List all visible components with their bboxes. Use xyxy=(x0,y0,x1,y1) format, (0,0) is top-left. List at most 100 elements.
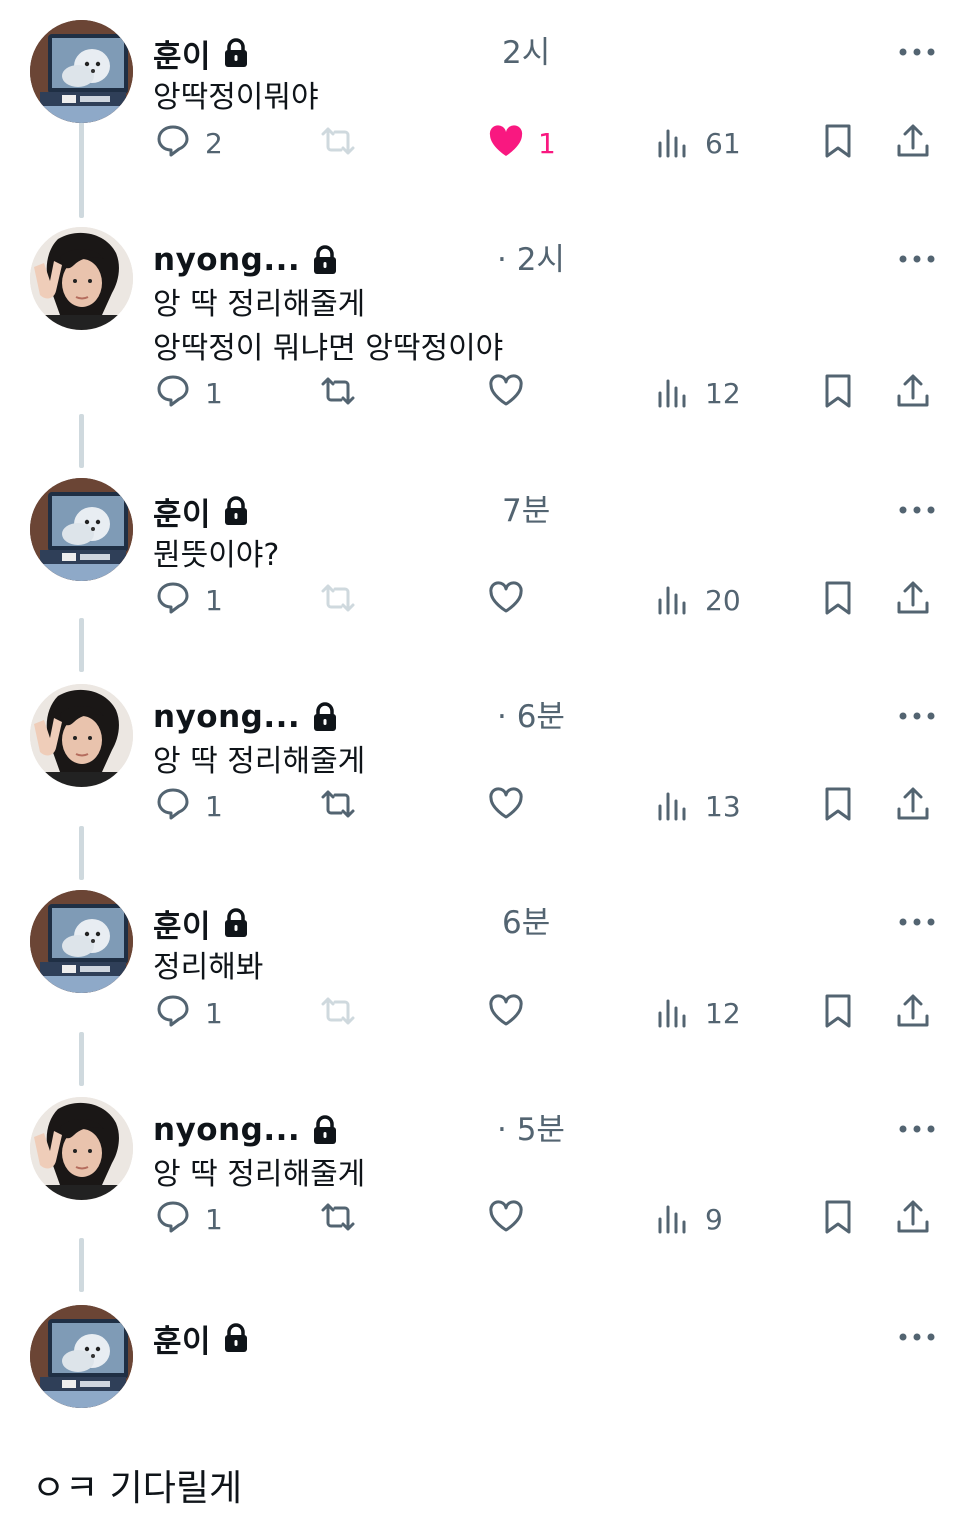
author-name[interactable]: 훈이 xyxy=(153,31,211,76)
bookmark-icon xyxy=(818,121,858,165)
avatar[interactable] xyxy=(30,1305,133,1408)
views-count: 9 xyxy=(705,1202,723,1236)
share-button[interactable] xyxy=(893,988,933,1038)
retweet-button[interactable] xyxy=(318,368,358,418)
tweet-timestamp[interactable]: · 2시 xyxy=(497,239,565,281)
reply-button[interactable]: 1 xyxy=(153,368,223,418)
tweet[interactable]: 훈이 xyxy=(0,1305,969,1415)
avatar[interactable] xyxy=(30,20,133,123)
more-icon[interactable] xyxy=(897,1319,937,1355)
tweet[interactable]: 훈이 2시 앙딱정이뭐야 xyxy=(0,20,969,130)
tweet-timestamp[interactable]: · 6분 xyxy=(497,696,565,738)
more-icon[interactable] xyxy=(897,904,937,940)
views-button[interactable]: 12 xyxy=(653,368,741,418)
like-button[interactable] xyxy=(486,988,526,1038)
reply-button[interactable]: 1 xyxy=(153,575,223,625)
tweet-actions: 1 20 xyxy=(0,575,969,625)
author-name[interactable]: 훈이 xyxy=(153,489,211,534)
avatar[interactable] xyxy=(30,478,133,581)
tweet-timestamp[interactable]: 7분 xyxy=(502,490,550,532)
tweet-actions: 1 12 xyxy=(0,368,969,418)
bookmark-icon xyxy=(818,371,858,415)
views-button[interactable]: 61 xyxy=(653,118,741,168)
reply-button[interactable]: 1 xyxy=(153,781,223,831)
views-button[interactable]: 13 xyxy=(653,781,741,831)
share-button[interactable] xyxy=(893,1194,933,1244)
reply-icon xyxy=(153,991,193,1035)
bookmark-button[interactable] xyxy=(818,368,858,418)
like-button[interactable] xyxy=(486,368,526,418)
share-button[interactable] xyxy=(893,781,933,831)
reply-count: 1 xyxy=(205,583,223,617)
author-row: 훈이 xyxy=(153,489,249,534)
tweet-text: 앙 딱 정리해줄게 xyxy=(153,1157,366,1192)
more-icon[interactable] xyxy=(897,241,937,277)
avatar[interactable] xyxy=(30,890,133,993)
more-icon[interactable] xyxy=(897,34,937,70)
lock-icon xyxy=(223,1323,249,1353)
bookmark-button[interactable] xyxy=(818,988,858,1038)
author-row: nyong... xyxy=(153,1109,338,1151)
retweet-icon xyxy=(318,578,358,622)
views-button[interactable]: 20 xyxy=(653,575,741,625)
retweet-button[interactable] xyxy=(318,575,358,625)
avatar[interactable] xyxy=(30,1097,133,1200)
retweet-button[interactable] xyxy=(318,988,358,1038)
lock-icon xyxy=(312,702,338,732)
bookmark-button[interactable] xyxy=(818,1194,858,1244)
tweet-timestamp[interactable]: 2시 xyxy=(502,32,550,74)
like-button[interactable] xyxy=(486,575,526,625)
tweet-actions: 2 1 61 xyxy=(0,118,969,168)
retweet-icon xyxy=(318,991,358,1035)
share-button[interactable] xyxy=(893,575,933,625)
author-row: 훈이 xyxy=(153,1316,249,1361)
avatar[interactable] xyxy=(30,684,133,787)
tweet[interactable]: 훈이 7분 뭔뜻이야? xyxy=(0,478,969,588)
more-icon[interactable] xyxy=(897,1111,937,1147)
reply-button[interactable]: 1 xyxy=(153,988,223,1038)
heart-icon xyxy=(486,991,526,1035)
author-name[interactable]: 훈이 xyxy=(153,1316,211,1361)
bookmark-button[interactable] xyxy=(818,575,858,625)
views-icon xyxy=(653,991,693,1035)
reply-icon xyxy=(153,578,193,622)
author-name[interactable]: nyong... xyxy=(153,1112,300,1148)
author-name[interactable]: 훈이 xyxy=(153,901,211,946)
share-button[interactable] xyxy=(893,368,933,418)
heart-icon xyxy=(486,578,526,622)
reply-button[interactable]: 1 xyxy=(153,1194,223,1244)
reply-count: 1 xyxy=(205,376,223,410)
reply-button[interactable]: 2 xyxy=(153,118,223,168)
heart-icon xyxy=(486,371,526,415)
bookmark-icon xyxy=(818,1197,858,1241)
bookmark-button[interactable] xyxy=(818,118,858,168)
retweet-button[interactable] xyxy=(318,1194,358,1244)
tweet[interactable]: nyong... · 2시 앙 딱 정리해줄게 앙딱정이 뭐냐면 앙딱정이야 xyxy=(0,227,969,366)
views-button[interactable]: 9 xyxy=(653,1194,723,1244)
like-button[interactable] xyxy=(486,781,526,831)
more-icon[interactable] xyxy=(897,698,937,734)
retweet-button[interactable] xyxy=(318,118,358,168)
share-icon xyxy=(893,1197,933,1241)
bookmark-icon xyxy=(818,991,858,1035)
author-name[interactable]: nyong... xyxy=(153,699,300,735)
retweet-button[interactable] xyxy=(318,781,358,831)
thread-connector-line xyxy=(79,414,84,468)
like-button[interactable]: 1 xyxy=(486,118,556,168)
tweet-timestamp[interactable]: · 5분 xyxy=(497,1109,565,1151)
retweet-icon xyxy=(318,371,358,415)
share-icon xyxy=(893,121,933,165)
tweet-timestamp[interactable]: 6분 xyxy=(502,902,550,944)
views-count: 13 xyxy=(705,789,741,823)
tweet[interactable]: nyong... · 5분앙 딱 정리해줄게 xyxy=(0,1097,969,1207)
tweet[interactable]: nyong... · 6분 앙 딱 정리해줄게 xyxy=(0,684,969,794)
bookmark-button[interactable] xyxy=(818,781,858,831)
views-button[interactable]: 12 xyxy=(653,988,741,1038)
more-icon[interactable] xyxy=(897,492,937,528)
share-button[interactable] xyxy=(893,118,933,168)
tweet[interactable]: 훈이 6분 정리해봐 xyxy=(0,890,969,1000)
avatar[interactable] xyxy=(30,227,133,330)
author-name[interactable]: nyong... xyxy=(153,242,300,278)
like-button[interactable] xyxy=(486,1194,526,1244)
heart-icon xyxy=(486,1197,526,1241)
